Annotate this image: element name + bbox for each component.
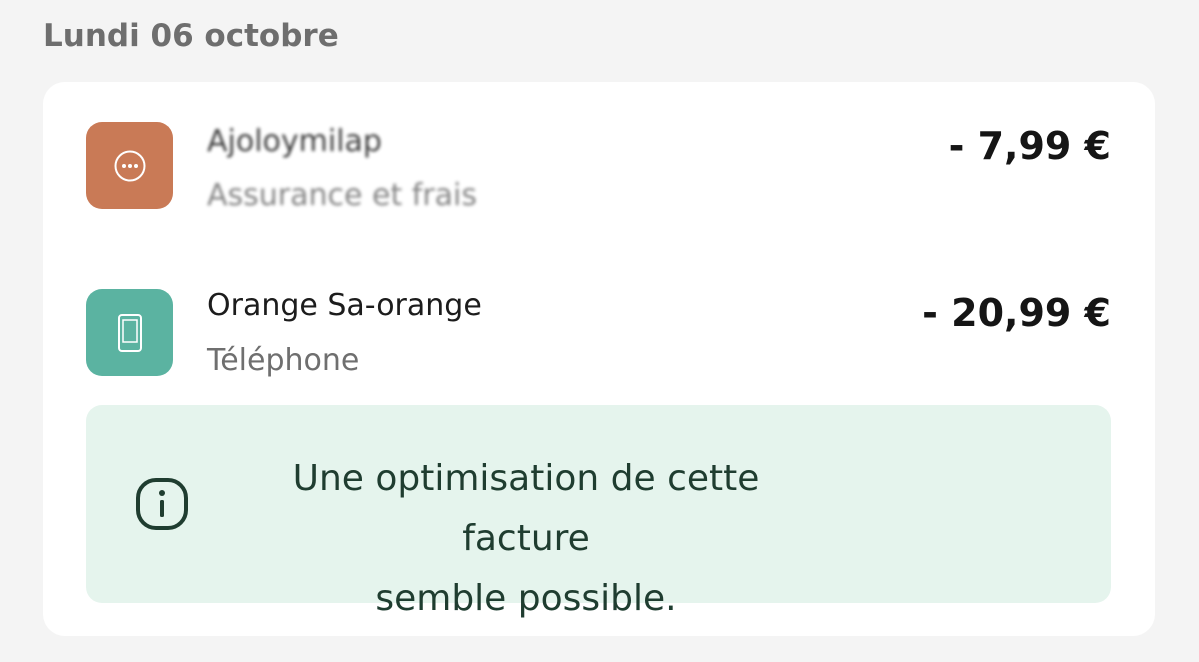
info-icon xyxy=(136,478,188,530)
optimization-message: Une optimisation de cette facture semble… xyxy=(232,449,820,629)
transaction-row[interactable]: Orange Sa-orange Téléphone - 20,99 € xyxy=(43,279,1155,389)
smartphone-icon xyxy=(117,313,142,352)
transaction-category: Assurance et frais xyxy=(207,178,478,213)
transaction-amount: - 20,99 € xyxy=(922,291,1111,335)
category-badge xyxy=(86,122,173,209)
transaction-title: Orange Sa-orange xyxy=(207,288,482,323)
date-header: Lundi 06 octobre xyxy=(43,18,339,54)
transactions-card: Ajoloymilap Assurance et frais - 7,99 € … xyxy=(43,82,1155,636)
transaction-category: Téléphone xyxy=(207,343,360,378)
optimization-banner[interactable]: Une optimisation de cette facture semble… xyxy=(86,405,1111,619)
transaction-amount: - 7,99 € xyxy=(948,124,1111,168)
optimization-message-line2: semble possible. xyxy=(375,578,677,619)
more-dots-icon xyxy=(114,150,145,181)
optimization-message-line1: Une optimisation de cette facture xyxy=(292,458,760,559)
transaction-row[interactable]: Ajoloymilap Assurance et frais - 7,99 € xyxy=(43,112,1155,222)
category-badge xyxy=(86,289,173,376)
transaction-title: Ajoloymilap xyxy=(207,124,382,159)
